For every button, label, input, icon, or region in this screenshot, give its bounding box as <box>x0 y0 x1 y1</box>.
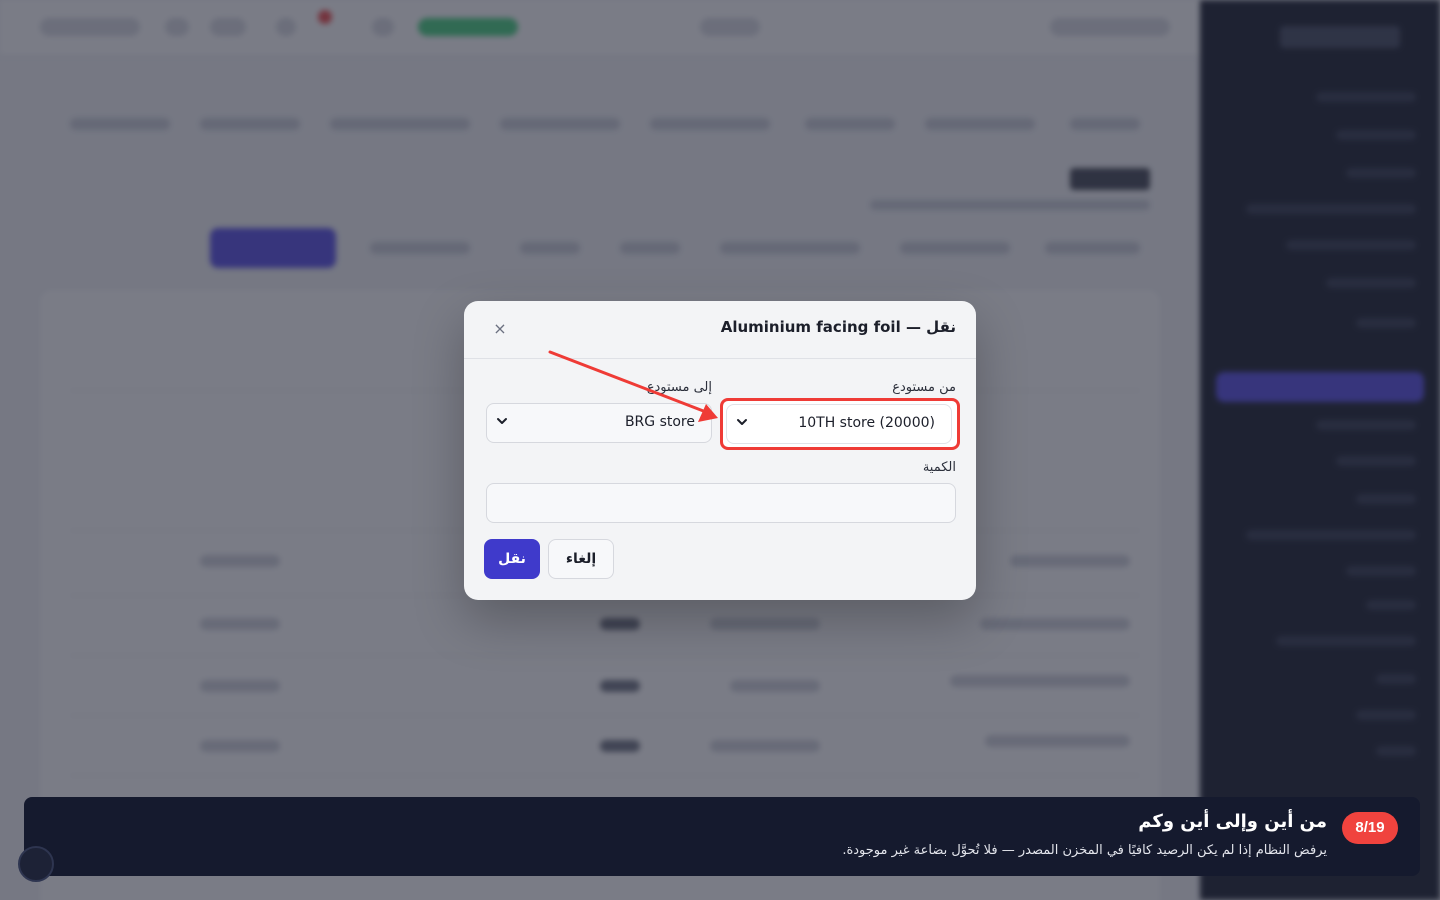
tour-guide-bar: 8/19 من أين وإلى أين وكم يرفض النظام إذا… <box>24 797 1420 876</box>
help-button[interactable] <box>18 846 54 882</box>
from-warehouse-label: من مستودع <box>892 380 956 395</box>
tour-description: يرفض النظام إذا لم يكن الرصيد كافيًا في … <box>842 843 1327 858</box>
modal-title: نقل — Aluminium facing foil <box>720 318 956 336</box>
cancel-button[interactable]: إلغاء <box>548 539 614 579</box>
quantity-label: الكمية <box>922 460 956 475</box>
from-warehouse-highlight: 10TH store (20000) <box>720 398 960 450</box>
tour-title: من أين وإلى أين وكم <box>1138 811 1327 832</box>
transfer-button[interactable]: نقل <box>484 539 540 579</box>
from-warehouse-value: 10TH store (20000) <box>798 415 935 431</box>
close-icon[interactable]: × <box>490 319 510 339</box>
chevron-down-icon <box>497 418 507 424</box>
quantity-input[interactable] <box>486 483 956 523</box>
tour-step-badge: 8/19 <box>1342 812 1398 844</box>
annotation-arrow-icon <box>548 350 718 422</box>
from-warehouse-select[interactable]: 10TH store (20000) <box>726 404 952 444</box>
